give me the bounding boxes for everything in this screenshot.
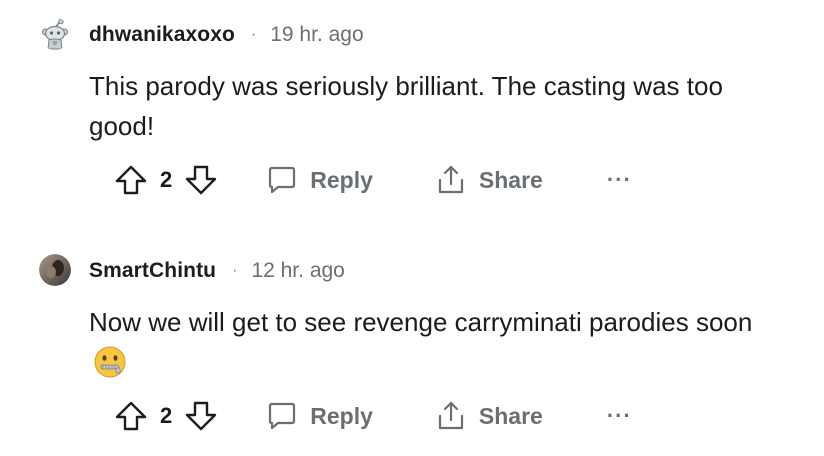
share-label: Share: [478, 166, 543, 193]
downvote-icon: [186, 165, 217, 195]
username[interactable]: dhwanikaxoxo: [89, 23, 235, 47]
separator-dot: ·: [232, 262, 238, 279]
comment-bubble-icon: [269, 402, 296, 430]
comment-body: This parody was seriously brilliant. The…: [89, 71, 723, 141]
timestamp[interactable]: 19 hr. ago: [270, 23, 363, 47]
snoo-avatar-icon: [39, 18, 71, 50]
comment: SmartChintu · 12 hr. ago Now we will get…: [0, 236, 824, 456]
comment-bubble-icon: [269, 166, 296, 194]
username[interactable]: SmartChintu: [89, 259, 216, 283]
downvote-icon: [186, 401, 217, 431]
comment-actions: 2 Reply Share ···: [114, 162, 632, 198]
comment-text: Now we will get to see revenge carrymina…: [89, 307, 753, 337]
upvote-button[interactable]: [114, 163, 148, 197]
downvote-button[interactable]: [184, 163, 218, 197]
comment-body: Now we will get to see revenge carrymina…: [89, 302, 789, 382]
separator-dot: ·: [250, 26, 257, 43]
avatar[interactable]: [39, 254, 71, 286]
vote-count: 2: [160, 167, 173, 192]
upvote-icon: [115, 165, 147, 195]
more-options-button[interactable]: ···: [607, 167, 632, 193]
comment-meta: dhwanikaxoxo · 19 hr. ago: [89, 21, 364, 49]
reply-label: Reply: [310, 166, 373, 193]
share-icon: [438, 165, 463, 194]
reply-button[interactable]: Reply: [266, 400, 373, 432]
share-button[interactable]: Share: [435, 164, 543, 196]
more-options-button[interactable]: ···: [607, 403, 632, 429]
comment-actions: 2 Reply Share ···: [114, 398, 632, 434]
reply-label: Reply: [310, 402, 373, 429]
zipper-mouth-face-icon: [94, 346, 126, 378]
photo-avatar-icon: [39, 254, 71, 286]
downvote-button[interactable]: [184, 399, 218, 433]
share-icon: [438, 401, 463, 430]
comment-meta: SmartChintu · 12 hr. ago: [89, 257, 345, 285]
comment: dhwanikaxoxo · 19 hr. ago This parody wa…: [0, 0, 824, 228]
upvote-icon: [115, 401, 147, 431]
upvote-button[interactable]: [114, 399, 148, 433]
vote-count: 2: [160, 403, 173, 428]
timestamp[interactable]: 12 hr. ago: [251, 259, 344, 283]
share-button[interactable]: Share: [435, 400, 543, 432]
share-label: Share: [478, 402, 543, 429]
reply-button[interactable]: Reply: [266, 164, 373, 196]
avatar[interactable]: [39, 18, 71, 50]
